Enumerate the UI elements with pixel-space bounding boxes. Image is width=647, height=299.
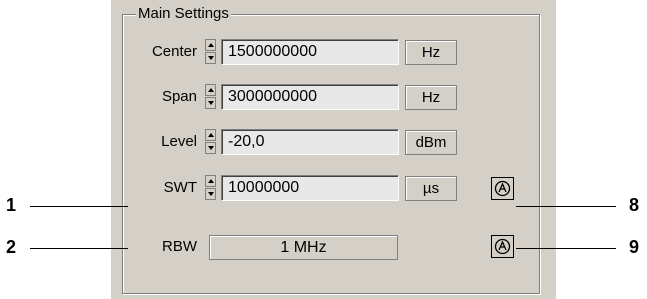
level-spin-icon[interactable] bbox=[205, 129, 216, 155]
rbw-value: 1 MHz bbox=[209, 235, 398, 260]
callout-8-line bbox=[516, 206, 616, 207]
callout-2-line bbox=[30, 248, 128, 249]
span-input[interactable]: 3000000000 bbox=[221, 84, 399, 110]
center-spin-icon[interactable] bbox=[205, 39, 216, 65]
span-spin-icon[interactable] bbox=[205, 84, 216, 110]
callout-8: 8 bbox=[629, 195, 640, 215]
auto-mode-icon bbox=[494, 180, 511, 197]
span-label: Span bbox=[161, 88, 197, 105]
center-unit: Hz bbox=[405, 40, 457, 65]
swt-label: SWT bbox=[163, 179, 197, 196]
swt-input[interactable]: 10000000 bbox=[221, 175, 399, 201]
level-label: Level bbox=[161, 133, 197, 150]
callout-2: 2 bbox=[6, 237, 17, 257]
group-title: Main Settings bbox=[136, 5, 231, 23]
center-label: Center bbox=[151, 43, 197, 60]
auto-mode-icon bbox=[494, 238, 511, 255]
callout-1: 1 bbox=[6, 195, 17, 215]
swt-unit: µs bbox=[405, 176, 457, 201]
rbw-auto-button[interactable] bbox=[491, 235, 514, 258]
level-input[interactable]: -20,0 bbox=[221, 129, 399, 155]
callout-9-line bbox=[516, 248, 616, 249]
callout-9: 9 bbox=[629, 237, 640, 257]
swt-auto-button[interactable] bbox=[491, 177, 514, 200]
center-input[interactable]: 1500000000 bbox=[221, 39, 399, 65]
swt-spin-icon[interactable] bbox=[205, 175, 216, 201]
level-unit: dBm bbox=[405, 130, 457, 155]
span-unit: Hz bbox=[405, 85, 457, 110]
rbw-label: RBW bbox=[162, 238, 197, 255]
callout-1-line bbox=[30, 206, 128, 207]
